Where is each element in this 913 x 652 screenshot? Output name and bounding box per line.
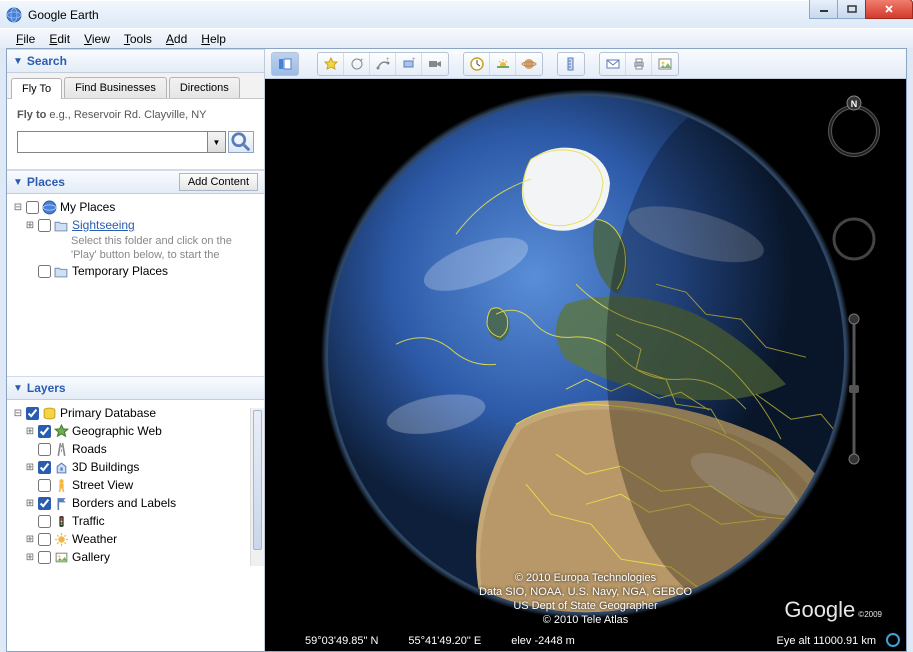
search-tabs: Fly To Find Businesses Directions: [7, 73, 264, 99]
sightseeing-desc: Select this folder and click on the: [13, 234, 258, 248]
search-title: Search: [27, 54, 67, 68]
print-button[interactable]: [626, 53, 652, 75]
places-tree: ⊟ My Places ⊞ Sightseeing Select this fo…: [7, 194, 264, 376]
add-content-button[interactable]: Add Content: [179, 173, 258, 191]
layer-node-gallery[interactable]: ⊞Gallery: [13, 548, 258, 566]
pegman-icon: [54, 478, 69, 493]
menu-tools[interactable]: Tools: [118, 30, 158, 48]
menu-help[interactable]: Help: [195, 30, 232, 48]
sunlight-button[interactable]: [490, 53, 516, 75]
status-eye-alt: Eye alt 11000.91 km: [777, 635, 876, 647]
tree-node-sightseeing[interactable]: ⊞ Sightseeing: [13, 216, 258, 234]
close-button[interactable]: [865, 0, 913, 19]
zoom-slider[interactable]: [846, 309, 862, 469]
sun-icon: [54, 532, 69, 547]
layer-node-traffic[interactable]: Traffic: [13, 512, 258, 530]
scrollbar[interactable]: [250, 408, 264, 566]
earth-icon: [42, 200, 57, 215]
compass-control[interactable]: N: [822, 95, 886, 159]
look-control[interactable]: [830, 215, 878, 263]
places-title: Places: [27, 175, 65, 189]
layer-node-street-view[interactable]: Street View: [13, 476, 258, 494]
history-button[interactable]: [464, 53, 490, 75]
svg-text:+: +: [360, 58, 364, 64]
path-button[interactable]: +: [370, 53, 396, 75]
tree-node-temporary[interactable]: Temporary Places: [13, 262, 258, 280]
globe-viewport[interactable]: N © 2010 Europa Technologies Data SIO, N…: [265, 79, 906, 651]
search-combo[interactable]: ▼: [17, 131, 226, 153]
record-tour-button[interactable]: [422, 53, 448, 75]
sightseeing-desc2: 'Play' button below, to start the: [13, 248, 258, 262]
earth-globe[interactable]: [316, 84, 856, 624]
my-places-label: My Places: [60, 200, 115, 214]
collapse-icon: ▼: [13, 383, 23, 394]
dropdown-icon[interactable]: ▼: [207, 132, 225, 152]
search-body: Fly to e.g., Reservoir Rd. Clayville, NY…: [7, 99, 264, 170]
layer-node-3d-buildings[interactable]: ⊞3D Buildings: [13, 458, 258, 476]
main-area: + + +: [265, 49, 906, 651]
menu-edit[interactable]: Edit: [43, 30, 76, 48]
status-bar: 59°03'49.85" N 55°41'49.20" E elev -2448…: [265, 635, 906, 647]
sidebar-toggle-button[interactable]: [272, 53, 298, 75]
minimize-button[interactable]: [809, 0, 838, 19]
placemark-button[interactable]: [318, 53, 344, 75]
search-input[interactable]: [18, 132, 207, 152]
layers-tree: ⊟Primary Database⊞Geographic WebRoads⊞3D…: [7, 400, 264, 566]
save-image-button[interactable]: [652, 53, 678, 75]
menu-file[interactable]: File: [10, 30, 41, 48]
layers-title: Layers: [27, 381, 66, 395]
titlebar: Google Earth: [0, 0, 913, 28]
email-button[interactable]: [600, 53, 626, 75]
window-title: Google Earth: [28, 8, 99, 22]
svg-text:+: +: [386, 57, 390, 63]
ruler-button[interactable]: [558, 53, 584, 75]
sightseeing-label[interactable]: Sightseeing: [72, 218, 135, 232]
polygon-button[interactable]: +: [344, 53, 370, 75]
search-go-button[interactable]: [228, 131, 254, 153]
temporary-label: Temporary Places: [72, 264, 168, 278]
folder-icon: [54, 218, 69, 233]
places-panel-header[interactable]: ▼ Places Add Content: [7, 170, 264, 194]
tree-node-my-places[interactable]: ⊟ My Places: [13, 198, 258, 216]
status-elev: elev -2448 m: [511, 635, 575, 647]
db-icon: [42, 406, 57, 421]
app-icon: [6, 7, 22, 23]
layer-node-geographic-web[interactable]: ⊞Geographic Web: [13, 422, 258, 440]
overlay-button[interactable]: +: [396, 53, 422, 75]
streaming-indicator: [886, 633, 900, 647]
bldg-icon: [54, 460, 69, 475]
maximize-button[interactable]: [837, 0, 866, 19]
traffic-icon: [54, 514, 69, 529]
search-hint: Fly to e.g., Reservoir Rd. Clayville, NY: [17, 109, 254, 121]
star-green-icon: [54, 424, 69, 439]
layers-panel-header[interactable]: ▼ Layers: [7, 376, 264, 400]
google-logo: Google©2009: [784, 597, 882, 623]
status-lon: 55°41'49.20" E: [408, 635, 481, 647]
menubar: File Edit View Tools Add Help: [0, 28, 913, 48]
svg-text:+: +: [412, 57, 416, 63]
collapse-icon: ▼: [13, 177, 23, 188]
flag-icon: [54, 496, 69, 511]
collapse-icon: ▼: [13, 56, 23, 67]
menu-add[interactable]: Add: [160, 30, 193, 48]
layer-node-roads[interactable]: Roads: [13, 440, 258, 458]
folder-icon: [54, 264, 69, 279]
search-icon: [229, 130, 253, 154]
planets-button[interactable]: [516, 53, 542, 75]
layer-node-borders-and-labels[interactable]: ⊞Borders and Labels: [13, 494, 258, 512]
status-lat: 59°03'49.85" N: [305, 635, 378, 647]
sidebar: ▼ Search Fly To Find Businesses Directio…: [7, 49, 265, 651]
search-panel-header[interactable]: ▼ Search: [7, 49, 264, 73]
layer-node-weather[interactable]: ⊞Weather: [13, 530, 258, 548]
tab-find-businesses[interactable]: Find Businesses: [64, 77, 167, 98]
tab-fly-to[interactable]: Fly To: [11, 78, 62, 99]
menu-view[interactable]: View: [78, 30, 116, 48]
svg-text:N: N: [851, 99, 858, 109]
road-icon: [54, 442, 69, 457]
layer-node-primary-database[interactable]: ⊟Primary Database: [13, 404, 258, 422]
toolbar: + + +: [265, 49, 906, 79]
tab-directions[interactable]: Directions: [169, 77, 240, 98]
gallery-icon: [54, 550, 69, 565]
